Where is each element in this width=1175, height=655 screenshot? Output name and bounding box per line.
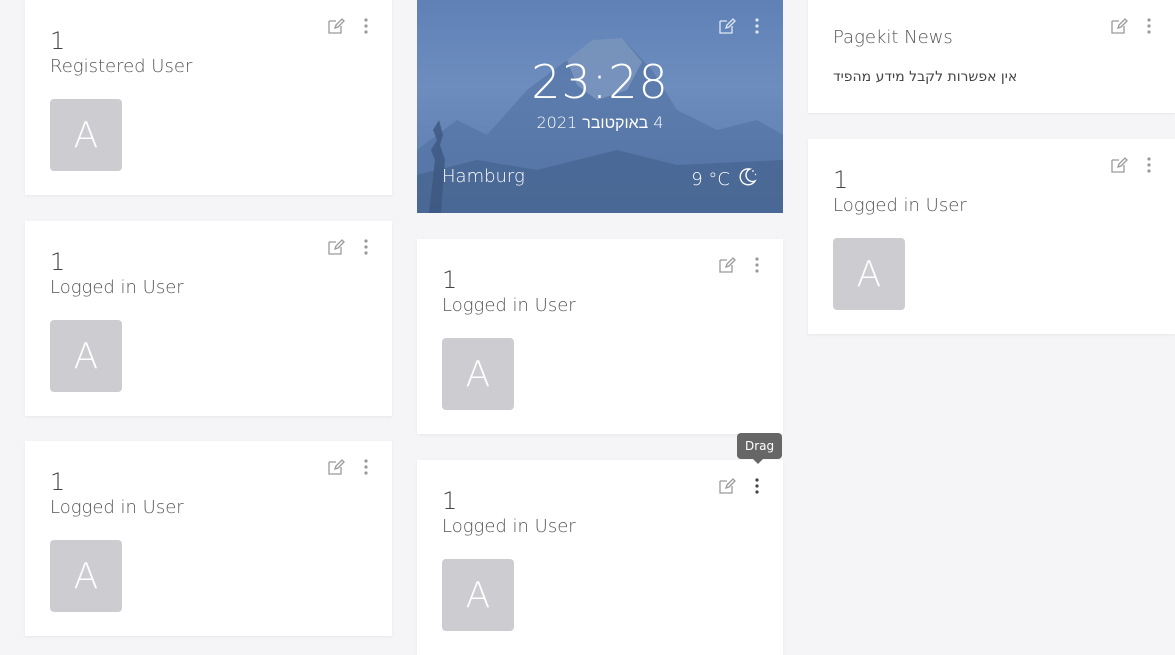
registered-users-widget: 1 Registered User A (25, 0, 392, 195)
user-count: 1 (833, 166, 849, 194)
more-vertical-icon[interactable] (747, 476, 767, 496)
temperature: 9 °C (691, 169, 730, 190)
user-label: Logged in User (442, 516, 576, 537)
avatar[interactable]: A (833, 238, 905, 310)
user-count: 1 (442, 266, 458, 294)
edit-icon[interactable] (1109, 16, 1129, 36)
avatar[interactable]: A (50, 540, 122, 612)
avatar[interactable]: A (442, 559, 514, 631)
widget-tools (326, 457, 376, 477)
edit-icon[interactable] (326, 457, 346, 477)
clock-widget: 23:28 4 באוקטובר 2021 Hamburg 9 °C (417, 0, 783, 213)
user-count: 1 (50, 248, 66, 276)
drag-tooltip: Drag (737, 433, 783, 464)
clock-date: 4 באוקטובר 2021 (536, 113, 664, 132)
more-vertical-icon[interactable] (356, 16, 376, 36)
more-vertical-icon[interactable] (356, 457, 376, 477)
more-vertical-icon[interactable] (1139, 16, 1159, 36)
user-label: Logged in User (50, 497, 184, 518)
widget-tools (1109, 155, 1159, 175)
user-label: Logged in User (442, 295, 576, 316)
edit-icon[interactable] (717, 16, 737, 36)
user-label: Logged in User (50, 277, 184, 298)
widget-tools (1109, 16, 1159, 36)
logged-in-users-widget: 1 Logged in User A (25, 441, 392, 636)
avatar[interactable]: A (50, 99, 122, 171)
news-message: אין אפשרות לקבל מידע מהפיד (833, 69, 1018, 85)
logged-in-users-widget: 1 Logged in User A (808, 139, 1175, 334)
widget-tools (717, 16, 767, 36)
news-widget: Pagekit News אין אפשרות לקבל מידע מהפיד (808, 0, 1175, 113)
weather: 9 °C (691, 166, 758, 193)
user-count: 1 (50, 27, 66, 55)
avatar[interactable]: A (50, 320, 122, 392)
moon-icon (736, 166, 758, 193)
edit-icon[interactable] (717, 255, 737, 275)
edit-icon[interactable] (326, 16, 346, 36)
widget-tools (717, 476, 767, 496)
widget-tools (326, 237, 376, 257)
dashboard: 1 Registered User A 1 Logged in User A 1… (0, 0, 1175, 655)
logged-in-users-widget: 1 Logged in User A (25, 221, 392, 416)
user-label: Registered User (50, 56, 193, 77)
edit-icon[interactable] (326, 237, 346, 257)
widget-tools (717, 255, 767, 275)
more-vertical-icon[interactable] (356, 237, 376, 257)
more-vertical-icon[interactable] (747, 255, 767, 275)
user-count: 1 (50, 468, 66, 496)
widget-tools (326, 16, 376, 36)
user-label: Logged in User (833, 195, 967, 216)
more-vertical-icon[interactable] (747, 16, 767, 36)
edit-icon[interactable] (717, 476, 737, 496)
clock-city: Hamburg (442, 166, 525, 187)
edit-icon[interactable] (1109, 155, 1129, 175)
user-count: 1 (442, 487, 458, 515)
logged-in-users-widget: 1 Logged in User A (417, 460, 783, 655)
more-vertical-icon[interactable] (1139, 155, 1159, 175)
avatar[interactable]: A (442, 338, 514, 410)
clock-time: 23:28 (531, 55, 669, 109)
news-title: Pagekit News (833, 27, 953, 48)
logged-in-users-widget: 1 Logged in User A (417, 239, 783, 434)
